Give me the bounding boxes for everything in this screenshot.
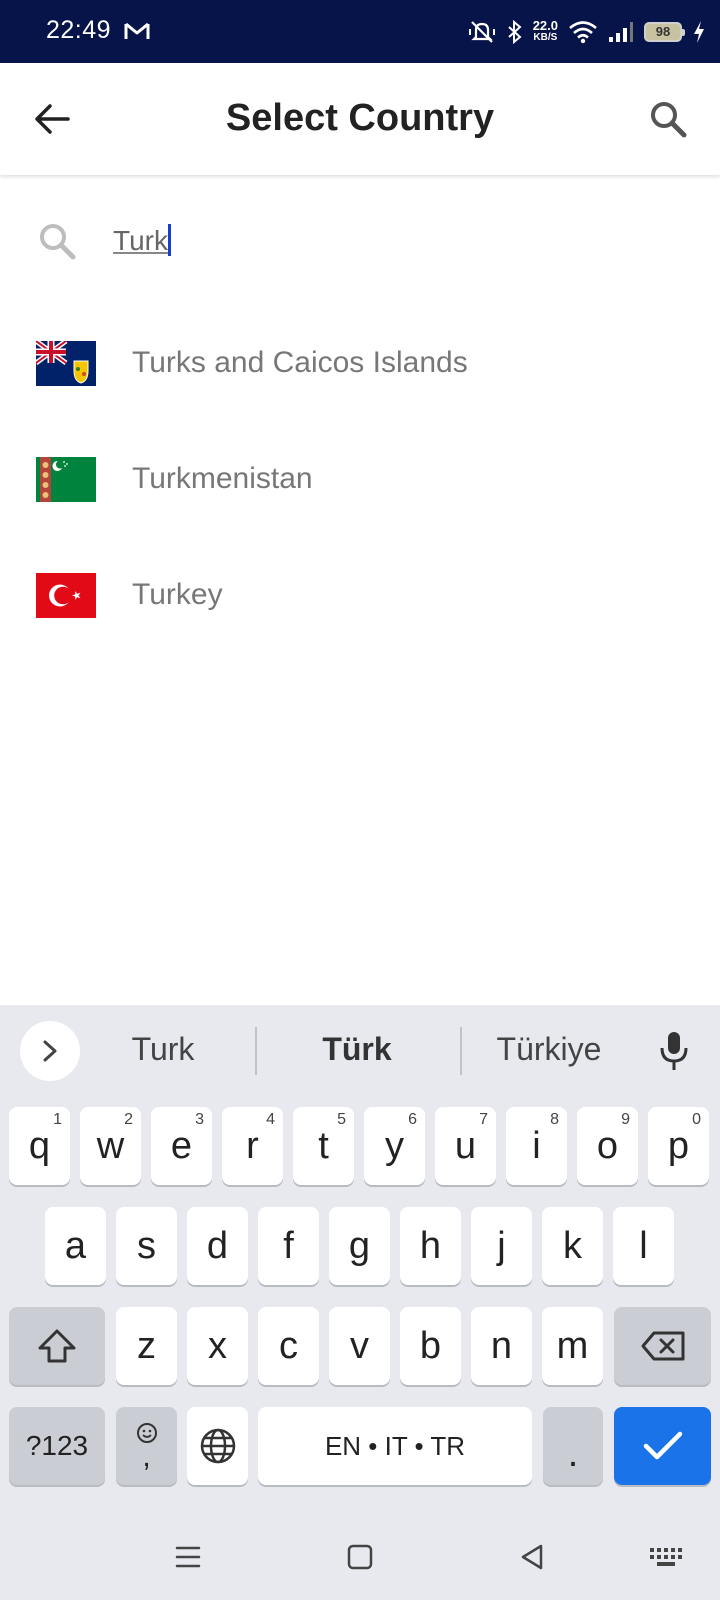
backspace-icon [641, 1331, 684, 1361]
key-e[interactable]: e3 [151, 1107, 212, 1185]
shift-icon [38, 1329, 76, 1363]
key-d[interactable]: d [187, 1207, 248, 1285]
suggestion-3[interactable]: Türkiye [464, 1031, 634, 1068]
list-item-turkey[interactable]: Turkey [0, 537, 720, 653]
search-icon [40, 224, 76, 260]
status-icons: 22.0 KB/S 98 [467, 14, 706, 50]
square-icon [347, 1544, 373, 1570]
country-search-row [0, 200, 720, 284]
country-search-input[interactable] [113, 216, 673, 266]
key-a[interactable]: a [45, 1207, 106, 1285]
key-l[interactable]: l [613, 1207, 674, 1285]
battery-indicator: 98 [644, 22, 685, 42]
key-i[interactable]: i8 [506, 1107, 567, 1185]
key-t[interactable]: t5 [293, 1107, 354, 1185]
back-nav-button[interactable] [510, 1535, 554, 1579]
text-cursor [168, 224, 171, 256]
expand-toolbar-button[interactable] [20, 1021, 80, 1081]
key-b[interactable]: b [400, 1307, 461, 1385]
page-title: Select Country [225, 97, 495, 139]
key-z[interactable]: z [116, 1307, 177, 1385]
key-r[interactable]: r4 [222, 1107, 283, 1185]
turkmenistan-flag-icon [36, 456, 96, 502]
gmail-icon [124, 22, 150, 39]
key-m[interactable]: m [542, 1307, 603, 1385]
network-speed: 22.0 KB/S [532, 18, 558, 43]
keyboard-hide-button[interactable] [644, 1535, 688, 1579]
key-g[interactable]: g [329, 1207, 390, 1285]
shift-key[interactable] [9, 1307, 105, 1385]
period-key[interactable]: . [543, 1407, 603, 1485]
backspace-key[interactable] [614, 1307, 711, 1385]
globe-icon [200, 1428, 235, 1464]
key-k[interactable]: k [542, 1207, 603, 1285]
list-item-turks-and-caicos[interactable]: Turks and Caicos Islands [0, 305, 720, 421]
suggestion-divider [460, 1027, 462, 1075]
keyboard-icon [650, 1548, 682, 1566]
search-icon [651, 102, 687, 138]
key-q[interactable]: q1 [9, 1107, 70, 1185]
system-nav-bar [0, 1513, 720, 1600]
key-p[interactable]: p0 [648, 1107, 709, 1185]
key-h[interactable]: h [400, 1207, 461, 1285]
wifi-icon [569, 21, 597, 44]
language-switch-key[interactable] [187, 1407, 248, 1485]
turks-caicos-flag-icon [36, 340, 96, 386]
key-s[interactable]: s [116, 1207, 177, 1285]
symbols-key[interactable]: ?123 [9, 1407, 105, 1485]
key-o[interactable]: o9 [577, 1107, 638, 1185]
app-bar: Select Country [0, 63, 720, 175]
key-v[interactable]: v [329, 1307, 390, 1385]
bluetooth-icon [508, 20, 522, 44]
key-c[interactable]: c [258, 1307, 319, 1385]
emoji-comma-key[interactable]: , [116, 1407, 177, 1485]
key-n[interactable]: n [471, 1307, 532, 1385]
key-j[interactable]: j [471, 1207, 532, 1285]
country-name: Turks and Caicos Islands [132, 346, 468, 379]
country-name: Turkey [132, 578, 223, 611]
key-y[interactable]: y6 [364, 1107, 425, 1185]
turkey-flag-icon [36, 572, 96, 618]
charging-icon [694, 21, 704, 43]
key-x[interactable]: x [187, 1307, 248, 1385]
key-f[interactable]: f [258, 1207, 319, 1285]
status-time: 22:49 [46, 16, 112, 44]
suggestion-divider [255, 1027, 257, 1075]
done-key[interactable] [614, 1407, 711, 1485]
signal-icon [609, 22, 633, 42]
voice-input-button[interactable] [654, 1027, 694, 1075]
suggestion-1[interactable]: Turk [78, 1031, 248, 1068]
triangle-back-icon [521, 1544, 543, 1570]
suggestion-2[interactable]: Türk [272, 1031, 442, 1068]
status-bar: 22:49 22.0 KB/S 98 [0, 0, 720, 63]
search-button[interactable] [646, 97, 690, 141]
space-key[interactable]: EN • IT • TR [258, 1407, 532, 1485]
suggestion-bar: Turk Türk Türkiye [0, 1005, 720, 1097]
recents-button[interactable] [166, 1535, 210, 1579]
chevron-right-icon [43, 1040, 57, 1062]
country-list: Turks and Caicos Islands Turkmenistan Tu… [0, 305, 720, 653]
soft-keyboard: Turk Türk Türkiye q1 w2 e3 r4 t5 y6 u7 i… [0, 1005, 720, 1513]
country-name: Turkmenistan [132, 462, 313, 495]
key-u[interactable]: u7 [435, 1107, 496, 1185]
list-item-turkmenistan[interactable]: Turkmenistan [0, 421, 720, 537]
menu-icon [175, 1546, 201, 1568]
key-w[interactable]: w2 [80, 1107, 141, 1185]
mute-vibrate-icon [468, 21, 495, 43]
checkmark-icon [643, 1431, 682, 1460]
microphone-icon [660, 1032, 688, 1070]
home-button[interactable] [338, 1535, 382, 1579]
